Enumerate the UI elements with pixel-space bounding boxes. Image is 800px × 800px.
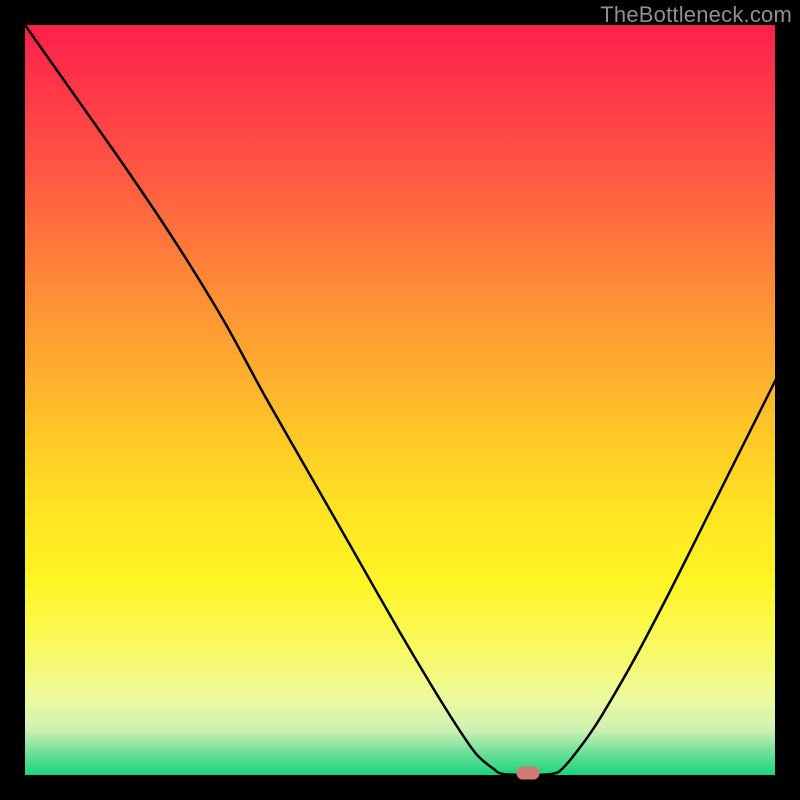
- chart-frame: TheBottleneck.com: [0, 0, 800, 800]
- plot-area: [25, 25, 775, 775]
- bottleneck-curve: [25, 25, 777, 775]
- optimal-marker: [516, 766, 539, 779]
- watermark-text: TheBottleneck.com: [600, 2, 792, 28]
- curve-svg: [25, 25, 775, 775]
